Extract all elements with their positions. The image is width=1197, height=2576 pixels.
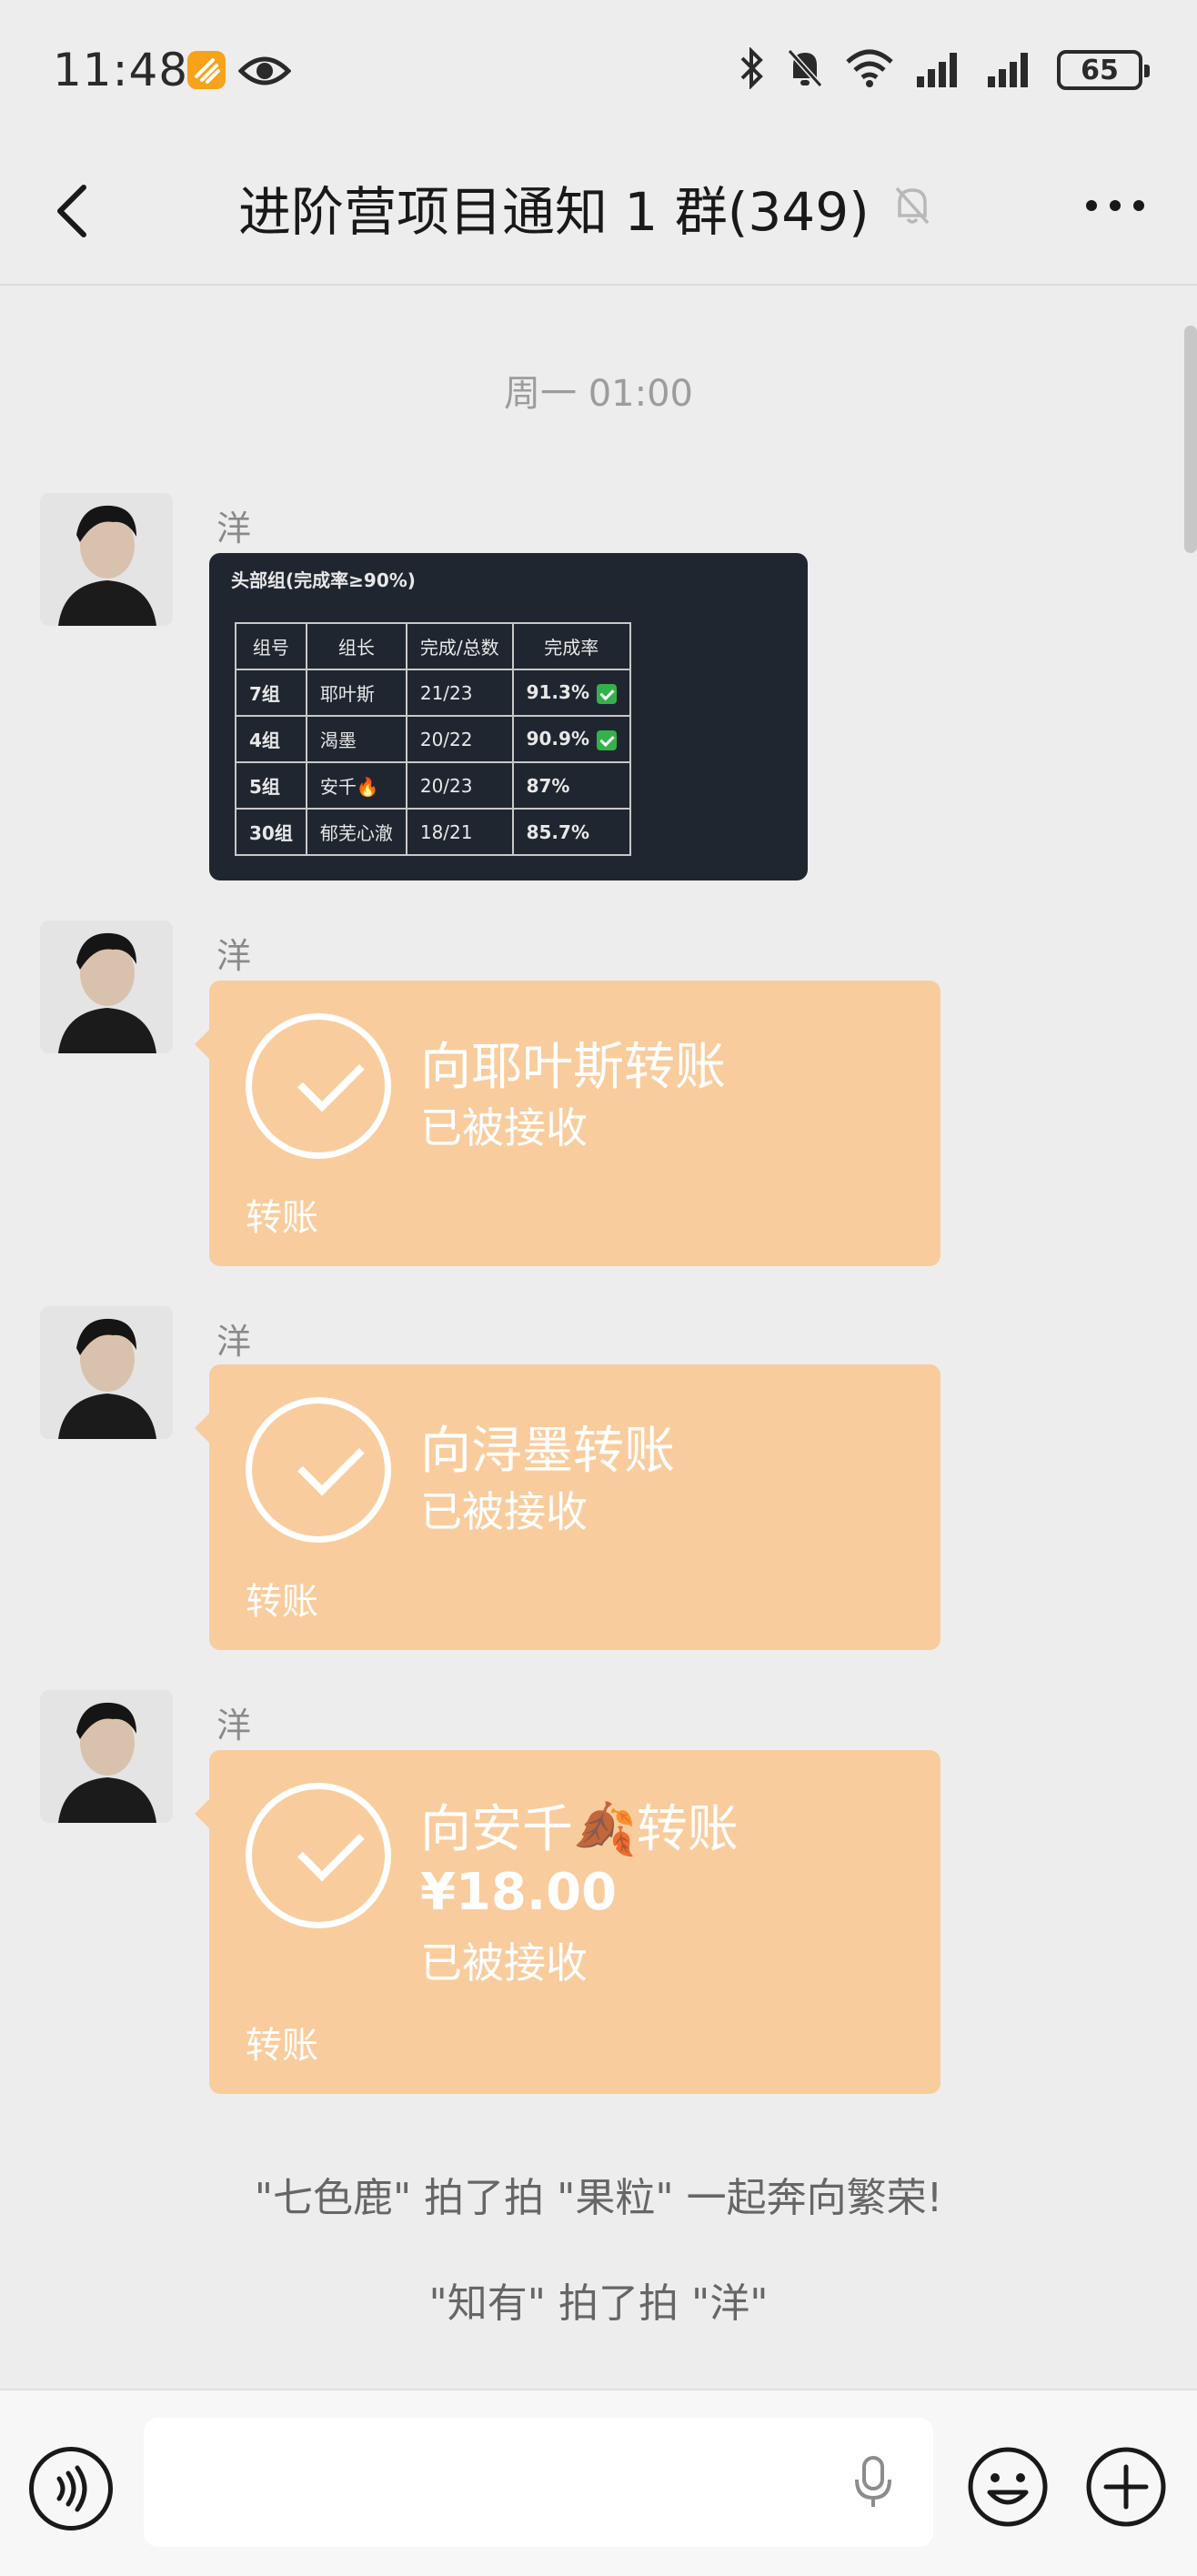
chat-title: 进阶营项目通知 1 群(349) (238, 181, 870, 243)
table-cell: 20/22 (405, 715, 514, 763)
table-cell: 渴墨 (305, 715, 407, 763)
scrollbar[interactable] (1184, 326, 1197, 553)
table-row: 7组 耶叶斯 21/23 91.3% (235, 669, 631, 717)
table-row: 4组 渴墨 20/22 90.9% (235, 715, 631, 763)
sender-name: 洋 (216, 508, 252, 548)
transfer-status: 已被接收 (420, 1938, 588, 1987)
chevron-left-icon[interactable] (47, 175, 102, 247)
bell-muted-icon (891, 183, 933, 232)
table-cell: 安千🔥 (305, 761, 407, 810)
microphone-icon[interactable] (850, 2454, 897, 2514)
table-cell: 7组 (235, 669, 307, 717)
check-circle-icon (246, 1783, 391, 1928)
plus-circle-icon[interactable] (1084, 2445, 1168, 2529)
image-table: 组号 组长 完成/总数 完成率 7组 耶叶斯 21/23 91.3% 4组 渴墨… (235, 622, 631, 856)
transfer-label: 转账 (246, 1581, 318, 1623)
chat-header: 进阶营项目通知 1 群(349) (0, 136, 1197, 286)
eye-icon (237, 53, 292, 93)
check-circle-icon (246, 1013, 391, 1159)
table-cell: 90.9% (511, 715, 631, 763)
table-header: 完成/总数 (405, 622, 514, 670)
table-row: 5组 安千🔥 20/23 87% (235, 761, 631, 810)
image-table-title: 头部组(完成率≥90%) (231, 569, 416, 591)
avatar[interactable] (40, 493, 173, 626)
image-message[interactable]: 头部组(完成率≥90%) 组号 组长 完成/总数 完成率 7组 耶叶斯 21/2… (209, 553, 808, 880)
table-cell: 85.7% (511, 808, 631, 856)
transfer-title: 向安千🍂转账 (420, 1800, 739, 1859)
status-time: 11:48 (53, 44, 189, 96)
table-cell: 5组 (235, 761, 307, 810)
avatar[interactable] (40, 921, 173, 1053)
sender-name: 洋 (216, 936, 252, 976)
voice-mode-icon[interactable] (29, 2447, 113, 2531)
more-dots-icon[interactable] (1086, 200, 1144, 211)
transfer-status: 已被接收 (420, 1103, 588, 1152)
transfer-message[interactable]: 向浔墨转账 已被接收 转账 (195, 1364, 940, 1650)
wifi-icon (844, 47, 895, 93)
table-cell: 耶叶斯 (305, 669, 407, 717)
avatar[interactable] (40, 1690, 173, 1823)
table-header: 组号 (235, 622, 307, 670)
signal-icon (986, 47, 1037, 93)
transfer-amount: ¥18.00 (420, 1863, 618, 1922)
bell-muted-icon (786, 47, 824, 93)
battery-icon: 65 (1057, 50, 1150, 90)
table-cell: 20/23 (405, 761, 514, 810)
message-input[interactable] (144, 2418, 933, 2547)
battery-level: 65 (1081, 54, 1119, 86)
table-header-row: 组号 组长 完成/总数 完成率 (235, 622, 631, 670)
check-circle-icon (246, 1397, 391, 1543)
emoji-icon[interactable] (966, 2445, 1050, 2529)
signal-icon (915, 47, 966, 93)
message-timestamp: 周一 01:00 (504, 373, 693, 415)
sender-name: 洋 (216, 1706, 252, 1746)
table-cell: 郁芜心澈 (305, 808, 407, 856)
table-cell: 18/21 (405, 808, 514, 856)
completion-rate: 90.9% (526, 728, 589, 750)
status-bar: 11:48 65 (0, 0, 1197, 136)
check-icon (596, 730, 617, 750)
completion-rate: 91.3% (526, 681, 589, 704)
transfer-label: 转账 (246, 1197, 318, 1239)
transfer-status: 已被接收 (420, 1487, 588, 1536)
avatar[interactable] (40, 1306, 173, 1439)
table-cell: 30组 (235, 808, 307, 856)
table-cell: 4组 (235, 715, 307, 763)
table-cell: 87% (511, 761, 631, 810)
table-header: 完成率 (511, 622, 631, 670)
transfer-label: 转账 (246, 2025, 318, 2067)
input-bar (0, 2389, 1197, 2576)
transfer-title: 向浔墨转账 (420, 1422, 675, 1481)
check-icon (596, 683, 617, 704)
table-row: 30组 郁芜心澈 18/21 85.7% (235, 808, 631, 856)
system-note: "知有" 拍了拍 "洋" (428, 2280, 769, 2327)
bluetooth-icon (739, 46, 766, 93)
table-cell: 21/23 (405, 669, 514, 717)
table-cell: 91.3% (511, 669, 631, 717)
chat-title-group[interactable]: 进阶营项目通知 1 群(349) (238, 169, 933, 246)
transfer-message[interactable]: 向耶叶斯转账 已被接收 转账 (195, 981, 940, 1266)
transfer-title: 向耶叶斯转账 (420, 1038, 726, 1097)
transfer-message[interactable]: 向安千🍂转账 ¥18.00 已被接收 转账 (195, 1750, 940, 2094)
app-notification-icon (187, 51, 226, 89)
sender-name: 洋 (216, 1322, 252, 1362)
system-note: "七色鹿" 拍了拍 "果粒" 一起奔向繁荣! (254, 2175, 943, 2221)
table-header: 组长 (305, 622, 407, 670)
